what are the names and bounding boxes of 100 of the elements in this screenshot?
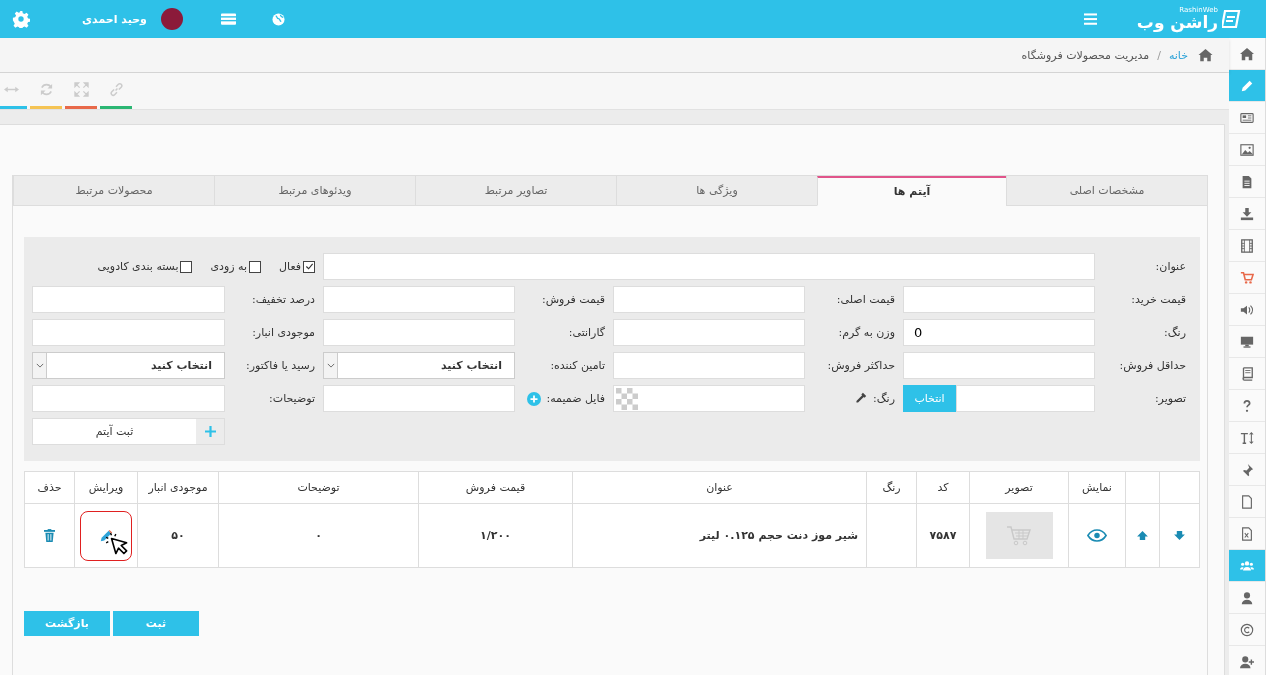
column-header: قیمت فروش (418, 471, 573, 504)
input-field[interactable] (323, 385, 515, 412)
column-header: تصویر (969, 471, 1069, 504)
text-height-icon (1240, 430, 1254, 445)
spreadsheet-file-icon (1240, 526, 1254, 541)
eyedropper-icon (854, 392, 868, 405)
monitor-icon (1240, 334, 1254, 349)
field-label: درصد تخفیف: (251, 293, 316, 306)
input-field[interactable] (613, 352, 805, 379)
tab[interactable]: ویژگی ها (616, 176, 817, 206)
input-field[interactable] (32, 319, 225, 346)
field-label: فایل ضمیمه: (546, 392, 605, 405)
field-label: رسید یا فاکتور: (245, 359, 316, 372)
field-label: حداکثر فروش: (826, 359, 896, 372)
breadcrumb-link[interactable]: خانه (1168, 48, 1188, 62)
field-label: رنگ: (1163, 326, 1187, 339)
table-cell: شیر موز دنت حجم ۰.۱۲۵ لیتر (572, 503, 867, 568)
breadcrumb-separator: / (1157, 48, 1161, 62)
checkbox-label: فعال (279, 260, 301, 273)
checkbox-label: به زودی (210, 260, 248, 273)
field-label: توضیحات: (268, 392, 316, 405)
breadcrumb-current: مدیریت محصولات فروشگاه (1021, 48, 1150, 62)
book-icon (1240, 366, 1254, 381)
select-field[interactable]: انتخاب کنید (32, 352, 225, 379)
trash-icon[interactable] (44, 529, 55, 542)
avatar[interactable] (160, 8, 183, 30)
document-icon (1240, 174, 1254, 189)
input-field[interactable] (32, 286, 225, 313)
logo-mark-icon (1222, 9, 1242, 29)
globe-icon[interactable] (271, 12, 285, 26)
expand-icon (73, 82, 89, 97)
field-label: تصویر: (1153, 392, 1187, 405)
download-icon (1240, 206, 1254, 221)
table-cell: ۷۵۸۷ (916, 503, 970, 568)
user-icon (1240, 590, 1254, 605)
field-label: حداقل فروش: (1118, 359, 1187, 372)
up-arrow-icon[interactable] (1137, 531, 1148, 540)
pin-icon (1240, 462, 1254, 477)
field-label: گارانتی: (567, 326, 606, 339)
newspaper-icon (1240, 110, 1254, 125)
checkbox[interactable] (180, 260, 193, 273)
field-label: تامین کننده: (549, 359, 606, 372)
input-field[interactable]: 0 (903, 319, 1095, 346)
caret-icon (326, 363, 335, 368)
tab[interactable]: ویدئوهای مرتبط (214, 176, 415, 206)
column-header: توضیحات (218, 471, 419, 504)
down-arrow-icon[interactable] (1174, 531, 1185, 540)
column-header: عنوان (572, 471, 867, 504)
field-label: عنوان: (1154, 260, 1187, 273)
field-label: قیمت فروش: (541, 293, 606, 306)
cart-icon (1240, 270, 1254, 285)
input-field[interactable] (32, 385, 225, 412)
card-icon[interactable] (220, 13, 236, 25)
checkbox-label: بسته بندی کادویی (97, 260, 179, 273)
add-item-button[interactable]: ثبت آیتم (32, 418, 225, 445)
link-icon (108, 82, 124, 97)
tab[interactable]: تصاویر مرتبط (415, 176, 616, 206)
input-field[interactable] (323, 319, 515, 346)
input-field[interactable] (613, 286, 805, 313)
input-field[interactable] (903, 352, 1095, 379)
menu-icon[interactable] (1083, 13, 1097, 25)
column-header: نمایش (1068, 471, 1126, 504)
column-header: کد (916, 471, 970, 504)
home-icon (1198, 48, 1213, 62)
column-header: موجودی انبار (137, 471, 219, 504)
input-field[interactable] (956, 385, 1095, 412)
add-icon (526, 391, 541, 406)
tab[interactable]: محصولات مرتبط (13, 176, 214, 206)
table-cell: ۱/۲۰۰ (418, 503, 573, 568)
transparent-swatch-icon (616, 387, 638, 410)
checkbox[interactable] (303, 260, 315, 273)
column-header: رنگ (866, 471, 917, 504)
users-icon (1240, 558, 1254, 573)
film-icon (1240, 238, 1254, 253)
caret-icon (35, 363, 44, 368)
cart-icon (1006, 524, 1032, 547)
column-header: حذف (24, 471, 75, 504)
eye-icon[interactable] (1087, 529, 1107, 542)
refresh-icon (38, 82, 54, 97)
image-icon (1240, 142, 1254, 157)
input-field[interactable] (613, 319, 805, 346)
pencil-icon (1240, 78, 1254, 93)
copyright-icon (1240, 622, 1254, 637)
checkbox[interactable] (249, 260, 262, 273)
select-field[interactable]: انتخاب کنید (323, 352, 515, 379)
input-field[interactable] (323, 286, 515, 313)
column-header: ویرایش (74, 471, 138, 504)
input-field[interactable] (903, 286, 1095, 313)
input-field[interactable] (323, 253, 1095, 280)
field-label: قیمت خرید: (1130, 293, 1187, 306)
field-label: موجودی انبار: (251, 326, 316, 339)
color-field[interactable] (613, 385, 805, 412)
field-label: وزن به گرم: (837, 326, 896, 339)
blank-file-icon (1240, 494, 1254, 509)
pencil-icon (99, 528, 113, 543)
logo-text: راشن وب (1136, 14, 1218, 31)
settings-icon[interactable] (12, 10, 30, 28)
home-icon (1240, 46, 1254, 61)
table-cell: ۰ (218, 503, 419, 568)
tab[interactable]: آیتم ها (817, 176, 1006, 206)
